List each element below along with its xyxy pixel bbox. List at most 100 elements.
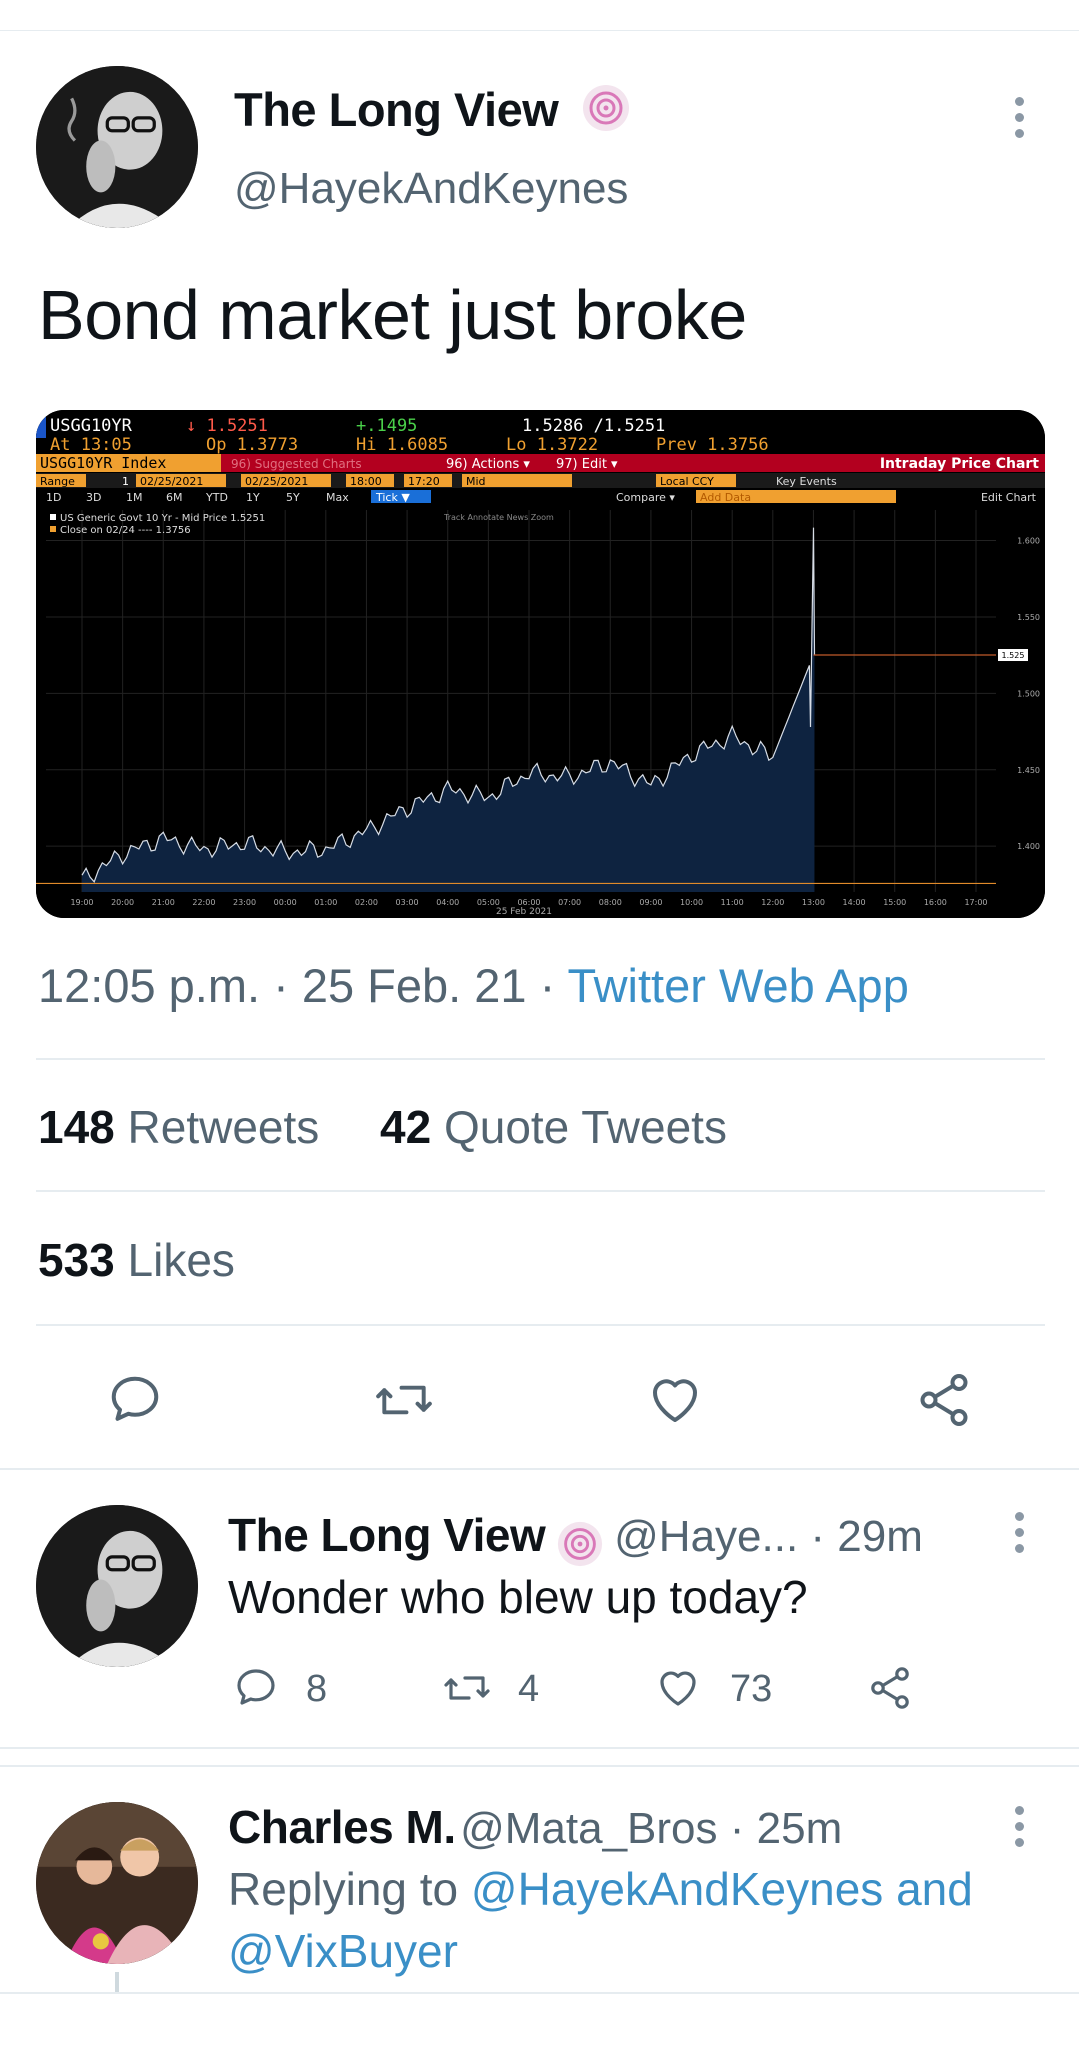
period-button: 1M [126,491,143,504]
reply-button[interactable] [105,1370,165,1430]
x-tick-label: 10:00 [680,898,703,907]
y-tick-label: 1.500 [1017,689,1040,698]
replying-to: Replying to @HayekAndKeynes and [228,1862,973,1916]
x-tick-label: 04:00 [436,898,459,907]
edit-menu: 97) Edit ▾ [556,457,618,472]
y-tick-label: 1.400 [1017,842,1040,851]
divider [0,1747,1079,1749]
quote-prev: Prev 1.3756 [656,435,769,455]
time-to: 17:20 [408,475,440,488]
x-axis-date: 25 Feb 2021 [496,907,552,917]
chart-title: Intraday Price Chart [880,456,1039,472]
retweets-count: 148 [38,1101,115,1153]
quote-low: Lo 1.3722 [506,435,598,455]
share-icon [871,1667,909,1709]
timestamp-text: 12:05 p.m. · 25 Feb. 21 · [38,959,568,1012]
edit-chart-button: Edit Chart [981,491,1037,504]
date-to: 02/25/2021 [245,475,308,488]
period-button: 5Y [286,491,300,504]
reply1-retweet-count: 4 [518,1668,540,1710]
reply1-like-button[interactable] [654,1664,702,1712]
heart-icon [660,1671,696,1706]
last-price-badge-text: 1.525 [1002,651,1025,660]
reply1-reply-button[interactable] [232,1664,280,1712]
heart-icon [653,1379,697,1422]
x-tick-label: 21:00 [152,898,175,907]
more-options-icon[interactable] [1013,97,1025,145]
reply1-text: Wonder who blew up today? [228,1571,808,1623]
replying-users-link[interactable]: @HayekAndKeynes and [471,1863,973,1915]
more-options-icon[interactable] [1013,1512,1025,1560]
author-name[interactable]: The Long View [234,82,631,144]
reply2-avatar[interactable] [36,1802,198,1964]
reply1-like-count: 73 [730,1668,773,1710]
likes-count: 533 [38,1234,115,1286]
period-button: 1D [46,491,61,504]
quote-high: Hi 1.6085 [356,435,448,455]
divider [0,1992,1079,1994]
x-tick-label: 11:00 [721,898,744,907]
key-events: Key Events [776,475,837,488]
tweet-timestamp: 12:05 p.m. · 25 Feb. 21 · Twitter Web Ap… [38,958,909,1013]
retweet-icon [444,1676,490,1700]
legend-price: US Generic Govt 10 Yr - Mid Price 1.5251 [60,513,265,524]
y-tick-label: 1.600 [1017,537,1040,546]
share-button[interactable] [914,1370,974,1430]
reply1-handle[interactable]: @Haye... [614,1512,798,1561]
reply1-name[interactable]: The Long View [228,1509,546,1561]
divider [36,1058,1045,1060]
time-from: 18:00 [350,475,382,488]
quote-ticker: USGG10YR [50,416,133,436]
period-button: Max [326,491,349,504]
tweet-image-chart[interactable]: USGG10YR ↓ 1.5251 +.1495 1.5286 /1.5251 … [36,410,1045,918]
x-tick-label: 06:00 [517,898,540,907]
reply1-retweet-button[interactable] [440,1664,494,1712]
period-button: 3D [86,491,101,504]
like-stats[interactable]: 533 Likes [38,1233,235,1287]
top-divider [0,30,1079,31]
x-tick-label: 16:00 [924,898,947,907]
share-icon [920,1374,968,1426]
range-value: 1 [122,475,129,488]
thread-connector [115,1972,119,1992]
quotes-label: Quote Tweets [443,1101,727,1153]
retweet-button[interactable] [372,1370,436,1430]
reply1-share-button[interactable] [866,1664,914,1712]
x-tick-label: 01:00 [314,898,337,907]
author-handle[interactable]: @HayekAndKeynes [234,164,628,214]
x-tick-label: 13:00 [802,898,825,907]
reply2-header: Charles M. @Mata_Bros · 25m [228,1800,842,1854]
x-tick-label: 17:00 [964,898,987,907]
chart-tools: Track Annotate News Zoom [443,513,554,522]
suggested-charts: 96) Suggested Charts [231,457,362,471]
more-options-icon[interactable] [1013,1806,1025,1854]
reply1-avatar[interactable] [36,1505,198,1667]
period-button: 1Y [246,491,260,504]
x-tick-label: 14:00 [843,898,866,907]
reply2-name[interactable]: Charles M. [228,1801,456,1853]
index-label: USGG10YR Index [40,454,166,472]
x-tick-label: 19:00 [70,898,93,907]
tick-button: Tick ▼ [375,491,410,504]
x-tick-label: 15:00 [883,898,906,907]
source-app-link[interactable]: Twitter Web App [567,959,908,1012]
range-label: Range [40,475,75,488]
quote-open: Op 1.3773 [206,435,298,455]
divider [36,1324,1045,1326]
quote-bidask: 1.5286 /1.5251 [522,416,665,436]
date-from: 02/25/2021 [140,475,203,488]
verified-badge-icon [581,83,631,144]
x-tick-label: 07:00 [558,898,581,907]
retweet-stats[interactable]: 148 Retweets [38,1100,319,1154]
reply1-age: · 29m [798,1512,923,1561]
like-button[interactable] [645,1370,705,1430]
x-tick-label: 05:00 [477,898,500,907]
x-tick-label: 12:00 [761,898,784,907]
legend-close: Close on 02/24 ---- 1.3756 [60,525,191,536]
reply2-handle[interactable]: @Mata_Bros [460,1804,717,1853]
x-tick-label: 20:00 [111,898,134,907]
bloomberg-chart: USGG10YR ↓ 1.5251 +.1495 1.5286 /1.5251 … [36,410,1045,918]
author-avatar[interactable] [36,66,198,228]
quote-stats[interactable]: 42 Quote Tweets [380,1100,727,1154]
replying-user-link-2[interactable]: @VixBuyer [228,1924,458,1978]
